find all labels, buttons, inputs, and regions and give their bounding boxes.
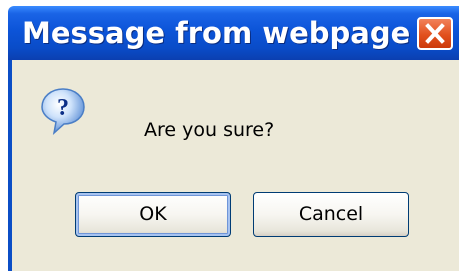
svg-text:?: ?: [57, 95, 69, 121]
ok-button[interactable]: OK: [75, 192, 231, 237]
cancel-button[interactable]: Cancel: [253, 192, 409, 237]
close-icon: [425, 23, 445, 44]
close-button[interactable]: [417, 17, 453, 50]
title-bar[interactable]: Message from webpage: [8, 6, 459, 60]
dialog-window: Message from webpage ? Are you sure? OK …: [8, 6, 459, 271]
dialog-body: ? Are you sure? OK Cancel: [8, 60, 459, 271]
dialog-message: Are you sure?: [144, 119, 275, 141]
dialog-title: Message from webpage: [22, 16, 411, 50]
question-icon: ?: [41, 88, 85, 135]
